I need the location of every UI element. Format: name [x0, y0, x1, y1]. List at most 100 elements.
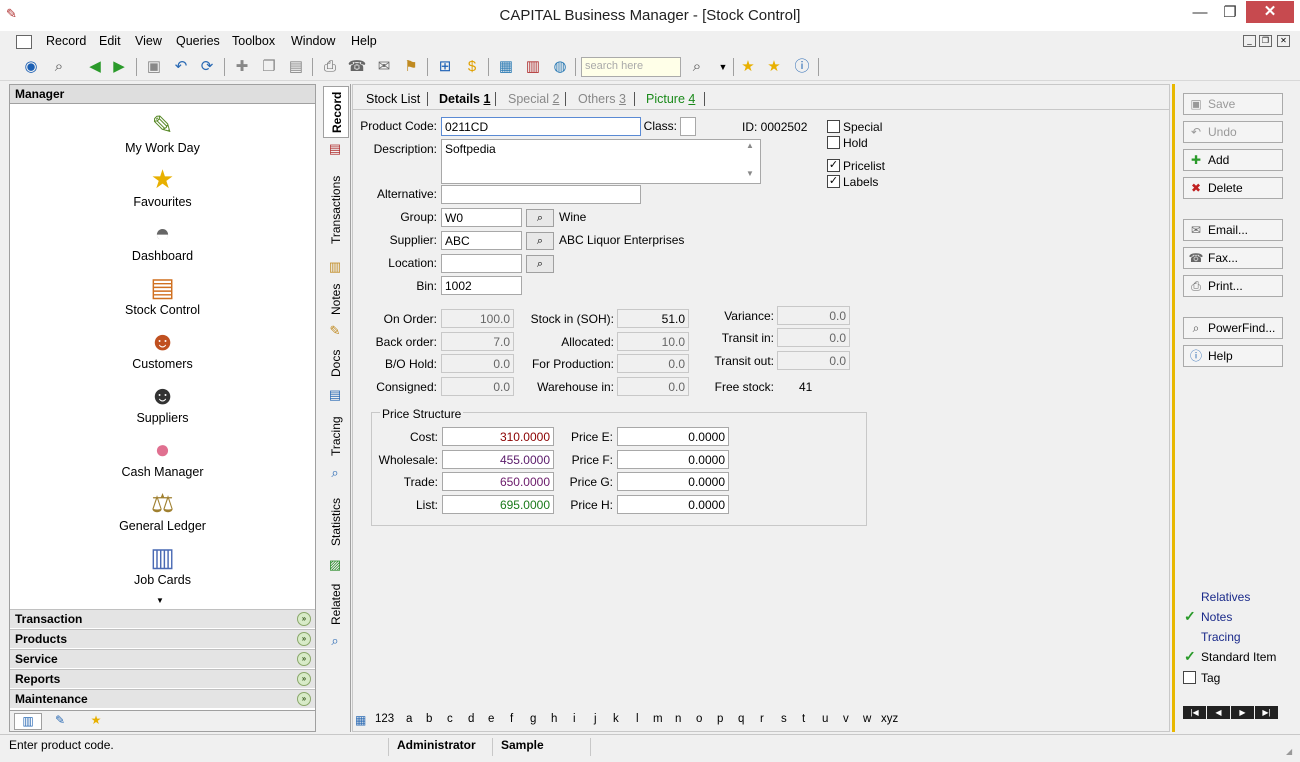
- refresh-icon[interactable]: ⟳: [196, 56, 218, 78]
- alpha-h[interactable]: h: [551, 713, 557, 725]
- list-icon[interactable]: ▦: [355, 713, 369, 727]
- vtab-notes[interactable]: Notes: [323, 280, 349, 318]
- print-icon[interactable]: ⎙: [319, 56, 341, 78]
- labels-checkbox[interactable]: ✓: [827, 175, 840, 188]
- attachment-tab-icon[interactable]: ✎: [50, 713, 70, 727]
- alpha-f[interactable]: f: [510, 713, 513, 725]
- manager-item-job-cards[interactable]: ▥ Job Cards: [10, 541, 315, 587]
- alpha-k[interactable]: k: [613, 713, 619, 725]
- group-transaction[interactable]: Transaction »: [10, 609, 315, 628]
- price-h-input[interactable]: 0.0000: [617, 495, 729, 514]
- hold-checkbox[interactable]: [827, 136, 840, 149]
- add-favourite-icon[interactable]: ★: [737, 56, 759, 78]
- first-record-icon[interactable]: |◀: [1183, 706, 1206, 719]
- vtab-tracing[interactable]: Tracing: [323, 410, 349, 462]
- last-record-icon[interactable]: ▶|: [1255, 706, 1278, 719]
- print-button[interactable]: ⎙ Print...: [1183, 275, 1283, 297]
- alpha-v[interactable]: v: [843, 713, 849, 725]
- scroll-up-icon[interactable]: ▲: [746, 141, 754, 150]
- alpha-b[interactable]: b: [426, 713, 432, 725]
- favourites-tab-icon[interactable]: ★: [86, 713, 106, 727]
- calculator-icon[interactable]: ▦: [495, 56, 517, 78]
- supplier-lookup-button[interactable]: ⌕: [526, 232, 554, 250]
- manager-item-dashboard[interactable]: ◓ Dashboard: [10, 217, 315, 263]
- vtab-transactions[interactable]: Transactions: [323, 164, 349, 256]
- document-icon[interactable]: [16, 35, 32, 49]
- search-go-icon[interactable]: ⌕: [686, 56, 708, 78]
- manager-item-cash-manager[interactable]: ● Cash Manager: [10, 433, 315, 479]
- alpha-u[interactable]: u: [822, 713, 828, 725]
- alpha-t[interactable]: t: [802, 713, 805, 725]
- alpha-g[interactable]: g: [530, 713, 536, 725]
- menu-record[interactable]: Record: [46, 34, 86, 48]
- menu-window[interactable]: Window: [291, 34, 335, 48]
- add-button[interactable]: ✚ Add: [1183, 149, 1283, 171]
- group-reports[interactable]: Reports »: [10, 669, 315, 688]
- menu-queries[interactable]: Queries: [176, 34, 220, 48]
- tag-checkbox[interactable]: [1183, 671, 1196, 684]
- search-dropdown-icon[interactable]: ▼: [712, 56, 734, 78]
- alpha-m[interactable]: m: [653, 713, 663, 725]
- menu-help[interactable]: Help: [351, 34, 377, 48]
- prev-record-icon[interactable]: ◀: [84, 56, 106, 78]
- class-input[interactable]: [680, 117, 696, 136]
- fax-icon[interactable]: ☎: [346, 56, 368, 78]
- manager-item-favourites[interactable]: ★ Favourites: [10, 163, 315, 209]
- undo-icon[interactable]: ↶: [170, 56, 192, 78]
- tab-stock-list[interactable]: Stock List: [366, 90, 420, 108]
- mdi-close-icon[interactable]: ✕: [1277, 35, 1290, 47]
- search-input[interactable]: search here: [581, 57, 681, 77]
- scroll-down-icon[interactable]: ▼: [746, 169, 754, 178]
- paste-icon[interactable]: ▤: [285, 56, 307, 78]
- manager-item-stock-control[interactable]: ▤ Stock Control: [10, 271, 315, 317]
- email-button[interactable]: ✉ Email...: [1183, 219, 1283, 241]
- expand-icon[interactable]: »: [297, 652, 311, 666]
- alpha-xyz[interactable]: xyz: [881, 713, 898, 725]
- pricelist-checkbox[interactable]: ✓: [827, 159, 840, 172]
- search-binoculars-icon[interactable]: ⌕: [48, 56, 70, 78]
- mdi-minimize-icon[interactable]: _: [1243, 35, 1256, 47]
- next-record-icon[interactable]: ▶: [108, 56, 130, 78]
- alpha-o[interactable]: o: [696, 713, 702, 725]
- bin-input[interactable]: 1002: [441, 276, 522, 295]
- next-record-icon[interactable]: ▶: [1231, 706, 1254, 719]
- group-products[interactable]: Products »: [10, 629, 315, 648]
- price-e-input[interactable]: 0.0000: [617, 427, 729, 446]
- prev-record-icon[interactable]: ◀: [1207, 706, 1230, 719]
- mdi-restore-icon[interactable]: ❐: [1259, 35, 1272, 47]
- tab-others[interactable]: Others 3: [578, 90, 626, 108]
- back-icon[interactable]: ◉: [20, 56, 42, 78]
- alpha-w[interactable]: w: [863, 713, 871, 725]
- alpha-123[interactable]: 123: [375, 713, 394, 725]
- undo-button[interactable]: ↶ Undo: [1183, 121, 1283, 143]
- alpha-a[interactable]: a: [406, 713, 412, 725]
- alpha-i[interactable]: i: [573, 713, 576, 725]
- product-code-input[interactable]: 0211CD: [441, 117, 641, 136]
- group-lookup-button[interactable]: ⌕: [526, 209, 554, 227]
- close-icon[interactable]: ✕: [1246, 1, 1294, 23]
- email-icon[interactable]: ✉: [373, 56, 395, 78]
- tree-icon[interactable]: ⊞: [434, 56, 456, 78]
- copy-icon[interactable]: ❐: [258, 56, 280, 78]
- menu-view[interactable]: View: [135, 34, 162, 48]
- manager-tab-icon[interactable]: ▥: [14, 713, 42, 730]
- powerfind-button[interactable]: ⌕ PowerFind...: [1183, 317, 1283, 339]
- supplier-input[interactable]: ABC: [441, 231, 522, 250]
- expand-icon[interactable]: »: [297, 612, 311, 626]
- list-input[interactable]: 695.0000: [442, 495, 554, 514]
- favourites-icon[interactable]: ★: [763, 56, 785, 78]
- minimize-icon[interactable]: —: [1185, 2, 1215, 26]
- maximize-icon[interactable]: ❐: [1215, 2, 1245, 26]
- calendar-icon[interactable]: ▥: [522, 56, 544, 78]
- alpha-e[interactable]: e: [488, 713, 494, 725]
- vtab-record[interactable]: Record: [323, 86, 349, 138]
- add-icon[interactable]: ✚: [231, 56, 253, 78]
- expand-icon[interactable]: »: [297, 672, 311, 686]
- save-button[interactable]: ▣ Save: [1183, 93, 1283, 115]
- tab-details[interactable]: Details 1: [439, 90, 490, 108]
- tracing-link[interactable]: Tracing: [1201, 630, 1241, 644]
- currency-icon[interactable]: $: [461, 56, 483, 78]
- tab-special[interactable]: Special 2: [508, 90, 559, 108]
- menu-edit[interactable]: Edit: [99, 34, 121, 48]
- manager-item-my-work-day[interactable]: ✎ My Work Day: [10, 109, 315, 155]
